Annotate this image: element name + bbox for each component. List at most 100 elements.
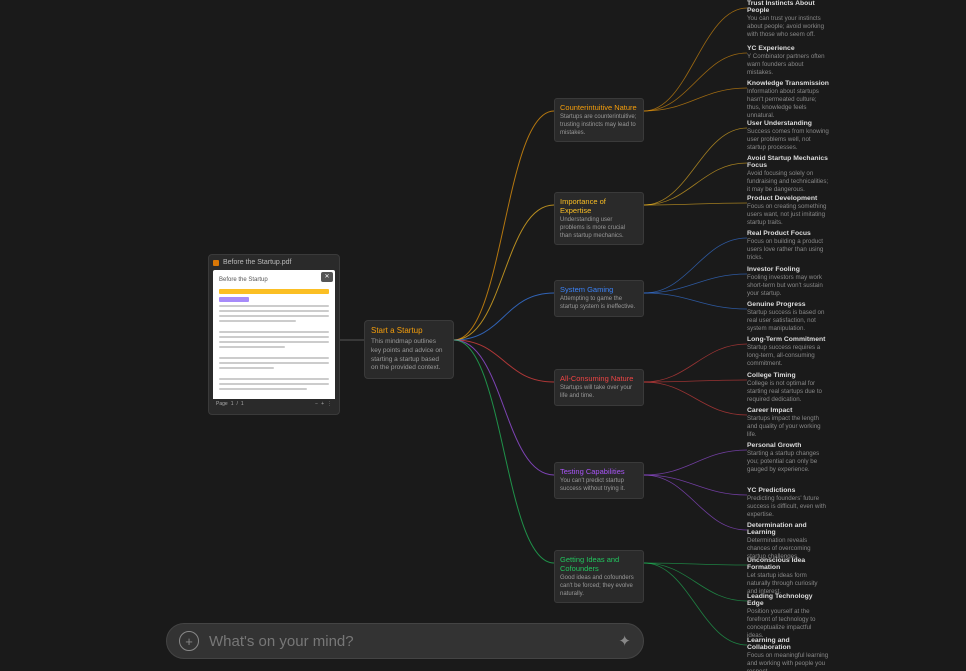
page-sep: / (236, 401, 237, 408)
branch-title: All-Consuming Nature (560, 374, 638, 383)
leaf-node[interactable]: YC PredictionsPredicting founders' futur… (747, 487, 829, 519)
pdf-preview-card[interactable]: Before the Startup.pdf ✕ Before the Star… (208, 254, 340, 415)
text-line (219, 305, 329, 307)
leaf-desc: Startup success requires a long-term, al… (747, 344, 829, 368)
text-line (219, 320, 296, 322)
text-line (219, 331, 329, 333)
text-line (219, 388, 307, 390)
mindmap-root-node[interactable]: Start a Startup This mindmap outlines ke… (364, 320, 454, 379)
branch-node[interactable]: Importance of ExpertiseUnderstanding use… (554, 192, 644, 245)
leaf-desc: Predicting founders' future success is d… (747, 495, 829, 519)
branch-desc: Good ideas and cofounders can't be force… (560, 575, 638, 598)
leaf-node[interactable]: Determination and LearningDetermination … (747, 522, 829, 561)
leaf-node[interactable]: Knowledge TransmissionInformation about … (747, 80, 829, 120)
leaf-node[interactable]: Leading Technology EdgePosition yourself… (747, 593, 829, 640)
branch-node[interactable]: System Gaming Attempting to game the star… (554, 280, 644, 317)
highlight-line (219, 297, 249, 302)
branch-title: System Gaming (560, 285, 638, 294)
root-title: Start a Startup (371, 326, 447, 335)
leaf-node[interactable]: Avoid Startup Mechanics FocusAvoid focus… (747, 155, 829, 194)
branch-node[interactable]: Testing Capabilities You can't predict st… (554, 462, 644, 499)
leaf-title: Unconscious Idea Formation (747, 557, 829, 571)
prompt-input-bar[interactable]: + What's on your mind? ✦ (166, 623, 644, 659)
leaf-node[interactable]: Product DevelopmentFocus on creating som… (747, 195, 829, 227)
leaf-desc: You can trust your instincts about peopl… (747, 15, 829, 39)
leaf-node[interactable]: Long-Term CommitmentStartup success requ… (747, 336, 829, 368)
pdf-filename-row: Before the Startup.pdf (213, 259, 335, 266)
leaf-title: User Understanding (747, 120, 829, 127)
leaf-title: Real Product Focus (747, 230, 829, 237)
leaf-node[interactable]: User UnderstandingSuccess comes from kno… (747, 120, 829, 152)
page-label: Page (216, 401, 228, 408)
leaf-desc: Focus on creating something users want, … (747, 203, 829, 227)
branch-title: Testing Capabilities (560, 467, 638, 476)
branch-desc: Understanding user problems is more cruc… (560, 217, 638, 240)
root-desc: This mindmap outlines key points and adv… (371, 338, 447, 373)
mindmap-canvas[interactable]: Before the Startup.pdf ✕ Before the Star… (0, 0, 966, 671)
leaf-node[interactable]: YC ExperienceY Combinator partners often… (747, 45, 829, 77)
branch-title: Counterintuitive Nature (560, 103, 638, 112)
text-line (219, 310, 329, 312)
pdf-page-thumbnail[interactable]: ✕ Before the Startup Page 1 / (213, 270, 335, 410)
leaf-node[interactable]: Genuine ProgressStartup success is based… (747, 301, 829, 333)
branch-node[interactable]: All-Consuming NatureStartups will take o… (554, 369, 644, 406)
pdf-doc-title: Before the Startup (219, 276, 329, 284)
leaf-title: Investor Fooling (747, 266, 829, 273)
leaf-node[interactable]: Personal GrowthStarting a startup change… (747, 442, 829, 474)
leaf-node[interactable]: Investor FoolingFooling investors may wo… (747, 266, 829, 298)
prompt-placeholder: What's on your mind? (209, 633, 608, 650)
leaf-desc: Information about startups hasn't permea… (747, 88, 829, 120)
leaf-node[interactable]: Unconscious Idea FormationLet startup id… (747, 557, 829, 596)
leaf-title: Long-Term Commitment (747, 336, 829, 343)
text-line (219, 383, 329, 385)
branch-node[interactable]: Getting Ideas and Cofounders Good ideas a… (554, 550, 644, 603)
text-line (219, 315, 329, 317)
pdf-filename: Before the Startup.pdf (223, 259, 292, 266)
leaf-title: YC Experience (747, 45, 829, 52)
leaf-node[interactable]: Trust Instincts About PeopleYou can trus… (747, 0, 829, 39)
sparkle-icon[interactable]: ✦ (618, 632, 631, 650)
leaf-desc: College is not optimal for starting real… (747, 380, 829, 404)
leaf-title: Product Development (747, 195, 829, 202)
close-icon[interactable]: ✕ (321, 272, 333, 282)
zoom-out-icon[interactable]: − (315, 401, 318, 408)
text-line (219, 362, 329, 364)
pdf-menu-icon[interactable]: ⋮ (327, 401, 332, 408)
leaf-desc: Fooling investors may work short-term bu… (747, 274, 829, 298)
leaf-desc: Starting a startup changes you; potentia… (747, 450, 829, 474)
leaf-node[interactable]: Real Product FocusFocus on building a pr… (747, 230, 829, 262)
leaf-desc: Avoid focusing solely on fundraising and… (747, 170, 829, 194)
leaf-title: Knowledge Transmission (747, 80, 829, 87)
leaf-desc: Focus on building a product users love r… (747, 238, 829, 262)
leaf-desc: Success comes from knowing user problems… (747, 128, 829, 152)
pdf-icon (213, 260, 219, 266)
leaf-title: Leading Technology Edge (747, 593, 829, 607)
leaf-title: Personal Growth (747, 442, 829, 449)
leaf-node[interactable]: College TimingCollege is not optimal for… (747, 372, 829, 404)
leaf-title: Learning and Collaboration (747, 637, 829, 651)
leaf-title: Genuine Progress (747, 301, 829, 308)
zoom-in-icon[interactable]: + (321, 401, 324, 408)
page-current: 1 (231, 401, 234, 408)
leaf-desc: Startups impact the length and quality o… (747, 415, 829, 439)
leaf-node[interactable]: Learning and CollaborationFocus on meani… (747, 637, 829, 671)
text-line (219, 367, 274, 369)
leaf-title: YC Predictions (747, 487, 829, 494)
text-line (219, 357, 329, 359)
leaf-desc: Y Combinator partners often warn founder… (747, 53, 829, 77)
leaf-title: Trust Instincts About People (747, 0, 829, 14)
pdf-toolbar[interactable]: Page 1 / 1 − + ⋮ (213, 399, 335, 410)
plus-icon[interactable]: + (179, 631, 199, 651)
text-line (219, 336, 329, 338)
branch-desc: Startups are counterintuitive; trusting … (560, 114, 638, 137)
leaf-desc: Position yourself at the forefront of te… (747, 608, 829, 640)
branch-node[interactable]: Counterintuitive Nature Startups are coun… (554, 98, 644, 142)
branch-desc: You can't predict startup success withou… (560, 478, 638, 494)
branch-title: Getting Ideas and Cofounders (560, 555, 638, 573)
branch-desc: Attempting to game the startup system is… (560, 296, 638, 312)
leaf-node[interactable]: Career ImpactStartups impact the length … (747, 407, 829, 439)
highlight-line (219, 289, 329, 294)
leaf-desc: Focus on meaningful learning and working… (747, 652, 829, 671)
text-line (219, 346, 285, 348)
text-line (219, 378, 329, 380)
